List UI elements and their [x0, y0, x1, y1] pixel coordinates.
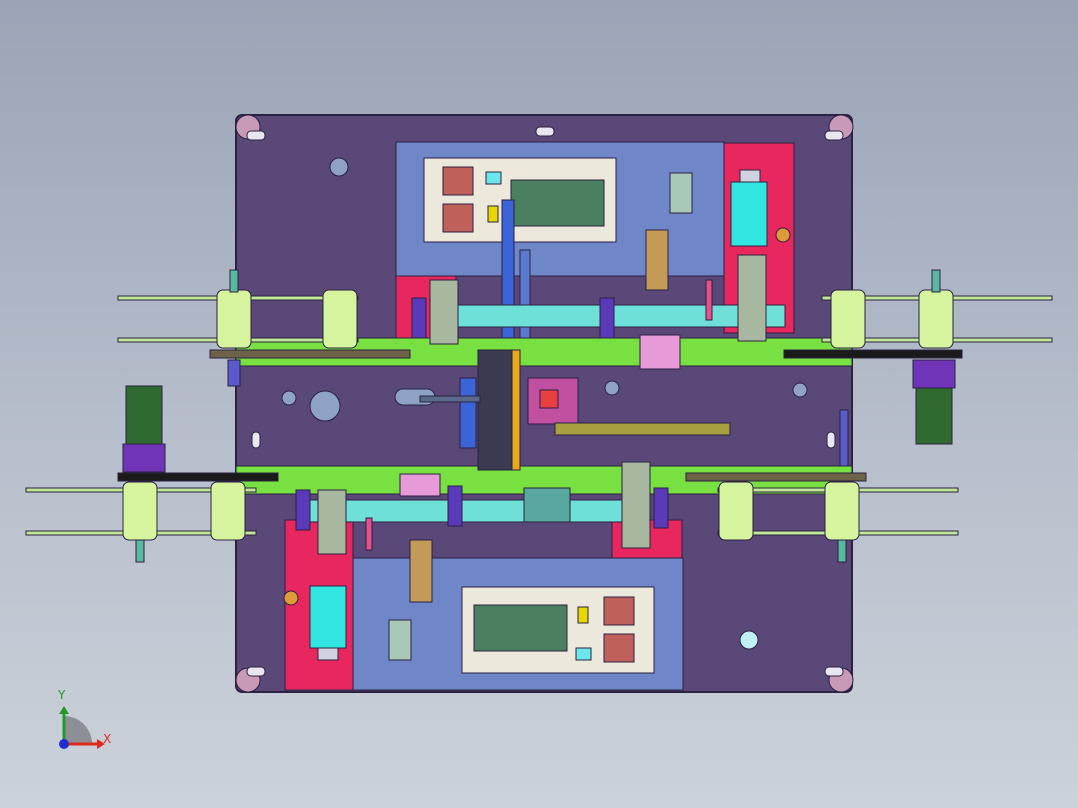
round-hole [792, 382, 808, 398]
guide-block [388, 619, 412, 661]
slot-hole [246, 130, 266, 141]
bracket [645, 229, 669, 291]
switch [577, 606, 589, 624]
valve [775, 227, 791, 243]
indicator-light [485, 171, 502, 185]
coordinate-triad [59, 706, 105, 749]
vertical-cylinder [501, 199, 515, 361]
x-axis-label: X [103, 732, 112, 746]
cylinder [730, 181, 768, 247]
machine-drawing [25, 114, 1053, 749]
motor-right [912, 359, 956, 445]
slot-hole [535, 126, 555, 137]
switch [487, 205, 499, 223]
round-hole [281, 390, 297, 406]
bracket [409, 539, 433, 603]
indicator-light [575, 647, 592, 661]
spool-left-lower [25, 481, 257, 563]
display-screen [473, 604, 568, 652]
cad-viewport[interactable]: X Y [0, 0, 1078, 808]
display-screen [510, 179, 605, 227]
round-hole [604, 380, 620, 396]
round-hole [329, 157, 349, 177]
triad-arc [64, 716, 92, 744]
valve [283, 590, 299, 606]
push-button [603, 633, 635, 663]
push-button [442, 166, 474, 196]
round-hole [739, 630, 759, 650]
z-axis-dot [59, 739, 69, 749]
cylinder [309, 585, 347, 649]
slot-hole [826, 431, 836, 449]
y-axis-label: Y [58, 688, 66, 702]
slot-hole [246, 666, 266, 677]
push-button [603, 596, 635, 626]
slot-hole [824, 666, 844, 677]
slot-hole [824, 130, 844, 141]
guide-block [669, 172, 693, 214]
slot-hole [251, 431, 261, 449]
push-button [442, 203, 474, 233]
spool-right-upper [821, 269, 1053, 349]
motor-left [122, 385, 166, 473]
round-hole [309, 390, 341, 422]
